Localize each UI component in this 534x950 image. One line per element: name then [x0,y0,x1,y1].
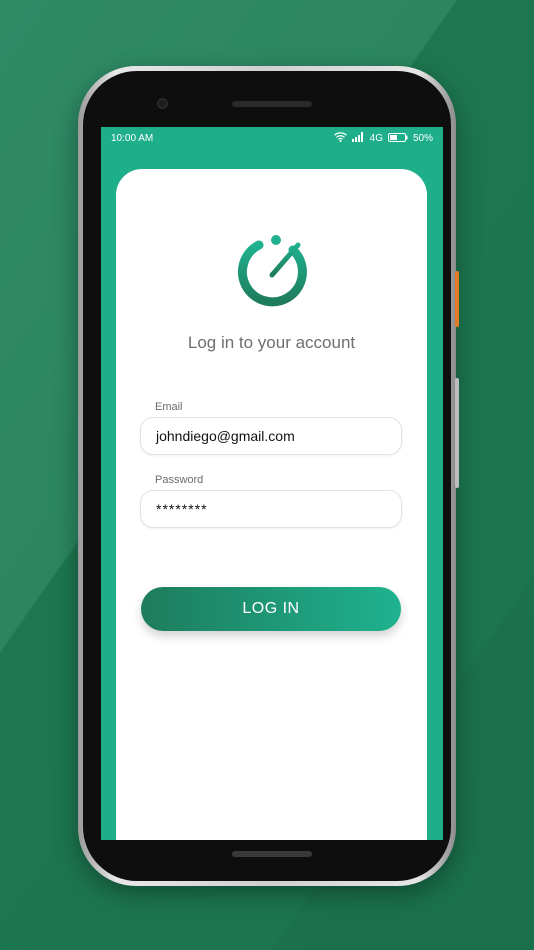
page-title: Log in to your account [187,333,356,352]
status-bar: 10:00 AM 4G 50% [101,127,443,151]
battery-percent: 50% [412,133,433,144]
stopwatch-logo-icon [235,233,311,311]
login-button-label: LOG IN [242,600,300,617]
status-icons: 4G 50% [333,132,433,145]
volume-button [455,378,459,488]
password-field[interactable]: ******** [140,490,402,528]
battery-icon [387,132,408,145]
network-type: 4G [369,133,383,144]
password-value: ******** [156,501,208,517]
email-value: johndiego@gmail.com [156,428,295,444]
front-camera [157,98,168,109]
status-time: 10:00 AM [111,133,154,144]
power-button [455,271,459,327]
login-button[interactable]: LOG IN [141,587,401,631]
phone-screen: 10:00 AM 4G 50% Log in to your account E… [101,127,443,840]
email-field[interactable]: johndiego@gmail.com [140,417,402,455]
signal-icon [351,132,365,145]
wifi-icon [333,132,347,145]
phone-bezel: 10:00 AM 4G 50% Log in to your account E… [83,71,451,881]
phone-frame: 10:00 AM 4G 50% Log in to your account E… [78,66,459,886]
bottom-speaker [232,851,312,857]
login-card: Log in to your account Email johndiego@g… [116,169,427,840]
earpiece-speaker [232,101,312,107]
password-label: Password [155,474,204,486]
email-label: Email [155,401,183,413]
